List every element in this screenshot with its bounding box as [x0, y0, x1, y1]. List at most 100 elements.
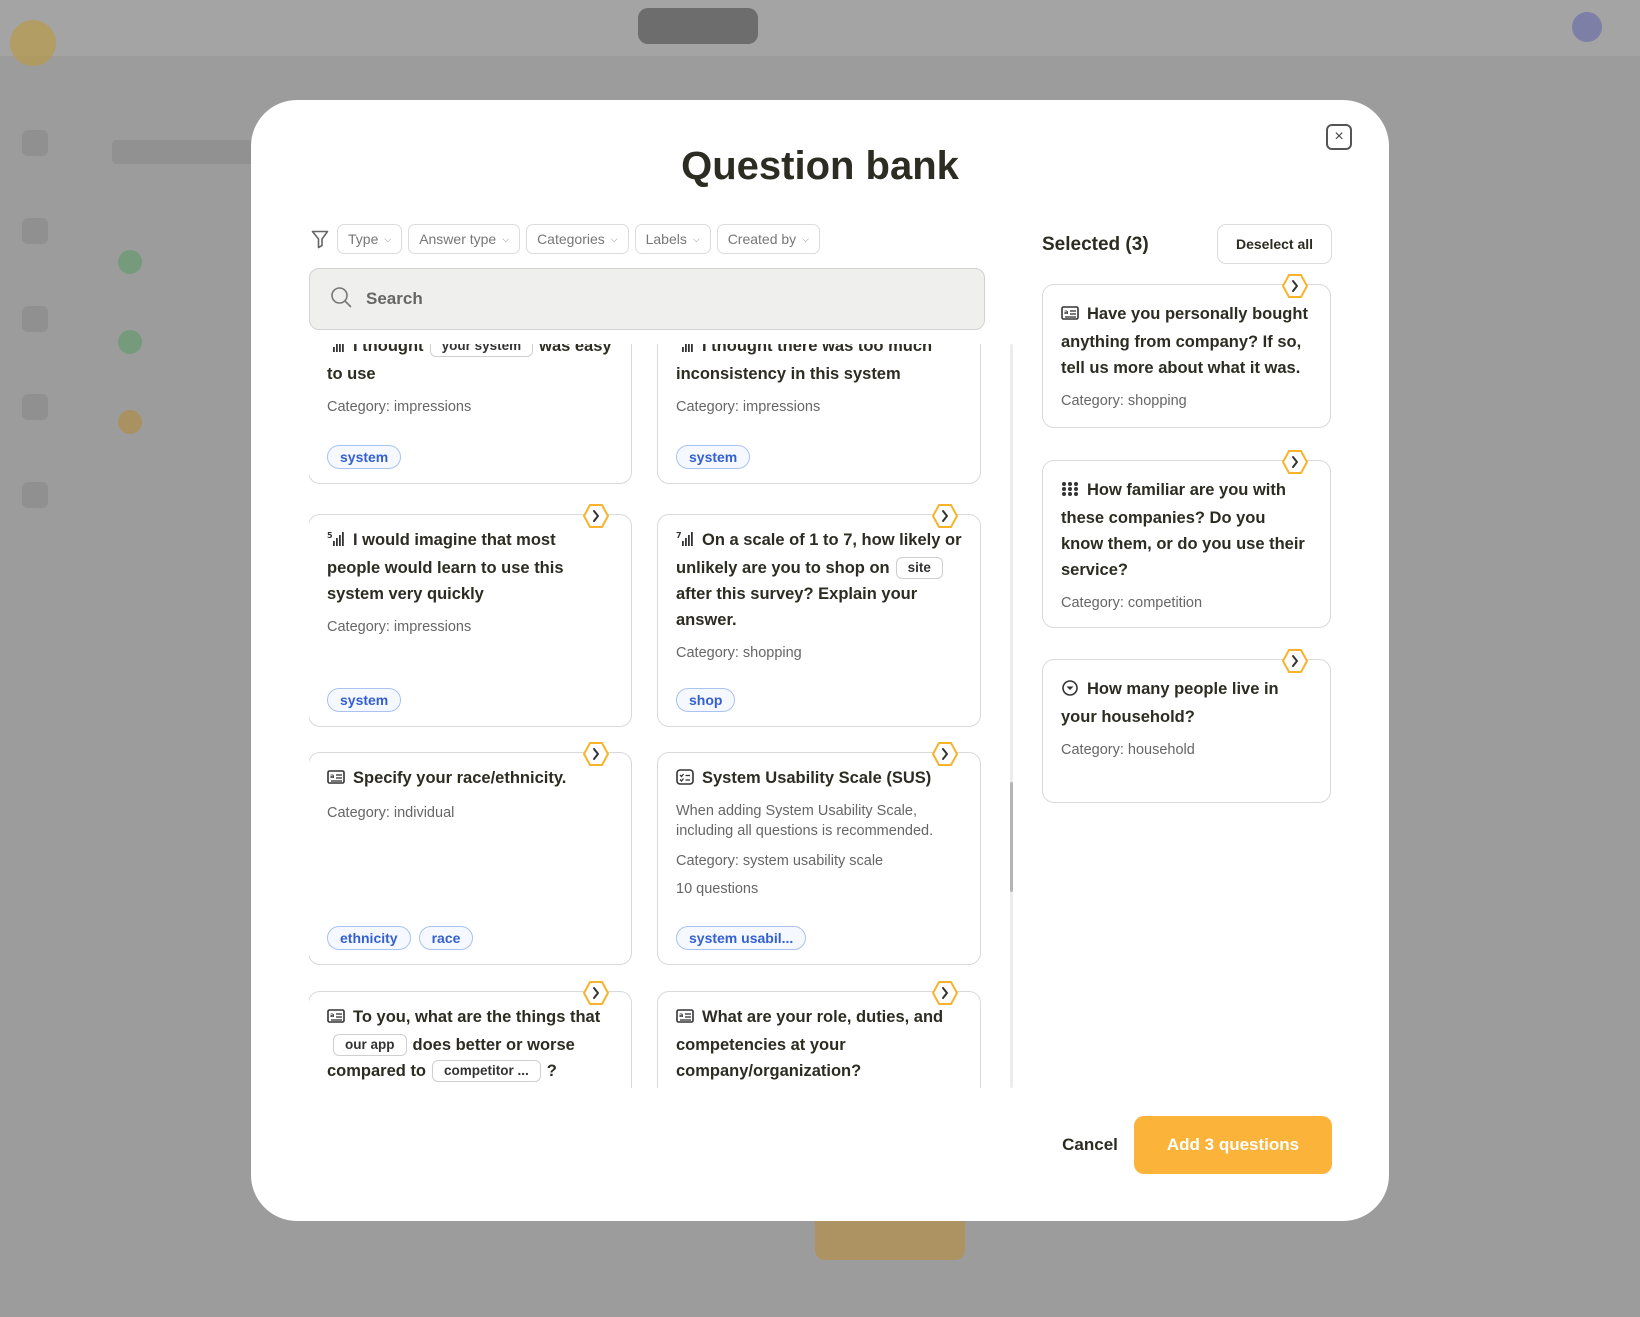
chevron-down-icon: ⌵ [610, 233, 618, 244]
list-scrollbar[interactable] [1010, 344, 1013, 1088]
question-count: 10 questions [676, 881, 759, 897]
question-category: Category: individual [327, 805, 455, 821]
question-text: I thought [353, 344, 424, 355]
search-box [309, 268, 985, 330]
question-text: What are your role, duties, and competen… [676, 1008, 944, 1080]
search-input[interactable] [366, 289, 926, 309]
question-category: Category: shopping [676, 645, 802, 661]
question-description: When adding System Usability Scale, incl… [676, 803, 934, 839]
matrix-grid-icon [1061, 479, 1079, 505]
background-status-dot [118, 330, 142, 354]
question-card[interactable]: a To you, what are the things that our ap… [309, 981, 632, 1088]
question-category: Category: competition [1061, 595, 1203, 611]
question-card[interactable]: a Specify your race/ethnicity. Category:… [309, 742, 632, 965]
background-heading [112, 140, 262, 164]
question-text: ? [546, 1062, 557, 1080]
filter-label: Categories [537, 231, 605, 247]
question-category: Category: shopping [1061, 393, 1187, 409]
background-status-dot [118, 410, 142, 434]
label-tag[interactable]: ethnicity [327, 926, 411, 950]
background-sidebar-icon [22, 482, 48, 508]
question-card[interactable]: 7 On a scale of 1 to 7, how likely or un… [657, 504, 981, 727]
question-title: System Usability Scale (SUS) [676, 765, 962, 793]
filter-created-by[interactable]: Created by ⌵ [716, 224, 820, 254]
label-tag[interactable]: system [327, 445, 402, 469]
expand-badge-icon[interactable] [932, 980, 958, 1006]
background-sidebar-icon [22, 218, 48, 244]
question-text: How many people live in your household? [1061, 680, 1279, 726]
selected-question-card[interactable]: How many people live in your household? … [1042, 649, 1331, 803]
expand-badge-icon[interactable] [932, 741, 958, 767]
filter-label: Type [348, 231, 379, 247]
expand-badge-icon[interactable] [583, 741, 609, 767]
chevron-down-icon: ⌵ [802, 233, 809, 244]
label-tag[interactable]: shop [676, 688, 736, 712]
label-tag[interactable]: system usabil... [676, 926, 807, 950]
selected-title: Selected (3) [1042, 234, 1149, 255]
deselect-all-button[interactable]: Deselect all [1217, 224, 1332, 264]
svg-text:5: 5 [327, 344, 333, 346]
label-tag[interactable]: system [676, 445, 751, 469]
background-logo [10, 20, 56, 66]
scrollbar-thumb[interactable] [1010, 782, 1013, 892]
expand-badge-icon[interactable] [1282, 648, 1308, 674]
question-text: I thought there was too much inconsisten… [676, 344, 933, 383]
question-title: a Specify your race/ethnicity. [327, 765, 613, 793]
rating-scale-7-icon: 7 [676, 529, 694, 555]
filter-bar: Type ⌵ Answer type ⌵ Categories ⌵ Labels ⌵ C… [309, 224, 820, 254]
question-title: 7 On a scale of 1 to 7, how likely or un… [676, 527, 962, 633]
question-text: after this survey? Explain your answer. [676, 585, 918, 629]
selected-question-card[interactable]: a Have you personally bought anything fr… [1042, 274, 1331, 428]
rating-scale-5-icon: 5 [327, 529, 345, 555]
question-card[interactable]: 5 I would imagine that most people would… [309, 504, 632, 727]
chevron-down-icon: ⌵ [384, 233, 392, 244]
question-card[interactable]: a What are your role, duties, and compet… [657, 981, 981, 1088]
checklist-icon [676, 767, 694, 793]
open-text-icon: a [327, 1006, 345, 1032]
question-card[interactable]: 5 I thought there was too much inconsist… [657, 344, 981, 484]
question-text: System Usability Scale (SUS) [702, 769, 932, 787]
selected-question-card[interactable]: How familiar are you with these companie… [1042, 450, 1331, 628]
filter-label: Created by [727, 231, 797, 247]
filter-label: Labels [645, 231, 687, 247]
svg-text:5: 5 [676, 344, 682, 346]
label-tag[interactable]: race [418, 926, 474, 950]
question-text: How familiar are you with these companie… [1061, 481, 1305, 579]
filter-labels[interactable]: Labels ⌵ [634, 224, 711, 254]
background-sidebar-icon [22, 306, 48, 332]
svg-text:5: 5 [327, 531, 333, 540]
filter-label: Answer type [419, 231, 497, 247]
question-title: 5 I would imagine that most people would… [327, 527, 613, 607]
svg-text:a: a [330, 772, 334, 780]
filter-type[interactable]: Type ⌵ [337, 224, 403, 254]
expand-badge-icon[interactable] [932, 503, 958, 529]
filter-icon [309, 228, 331, 250]
add-questions-button[interactable]: Add 3 questions [1134, 1116, 1332, 1174]
question-title: a What are your role, duties, and compet… [676, 1004, 962, 1084]
question-list[interactable]: 5 I thoughtyour systemwas easy to use Ca… [309, 344, 981, 1088]
question-text: To you, what are the things that [353, 1008, 601, 1026]
question-title: How many people live in your household? [1061, 676, 1312, 730]
cancel-button[interactable]: Cancel [1031, 1116, 1149, 1174]
question-title: 5 I thoughtyour systemwas easy to use [327, 344, 613, 387]
dropdown-icon [1061, 678, 1079, 704]
label-tag[interactable]: system [327, 688, 402, 712]
expand-badge-icon[interactable] [583, 980, 609, 1006]
question-title: a To you, what are the things that our ap… [327, 1004, 613, 1084]
filter-answer-type[interactable]: Answer type ⌵ [408, 224, 521, 254]
open-text-icon: a [327, 767, 345, 793]
question-text: Specify your race/ethnicity. [353, 769, 567, 787]
question-category: Category: system usability scale [676, 853, 884, 869]
expand-badge-icon[interactable] [1282, 449, 1308, 475]
chevron-down-icon: ⌵ [502, 233, 510, 244]
question-card[interactable]: 5 I thoughtyour systemwas easy to use Ca… [309, 344, 632, 484]
filter-categories[interactable]: Categories ⌵ [526, 224, 629, 254]
question-category: Category: impressions [676, 399, 821, 415]
expand-badge-icon[interactable] [1282, 273, 1308, 299]
question-bank-modal: × Question bank Type ⌵ Answer type ⌵ Categ… [251, 100, 1389, 1221]
search-icon [330, 286, 352, 313]
expand-badge-icon[interactable] [583, 503, 609, 529]
question-card[interactable]: System Usability Scale (SUS) When adding… [657, 742, 981, 965]
background-avatar [1572, 12, 1602, 42]
variable-chip: site [895, 557, 943, 579]
